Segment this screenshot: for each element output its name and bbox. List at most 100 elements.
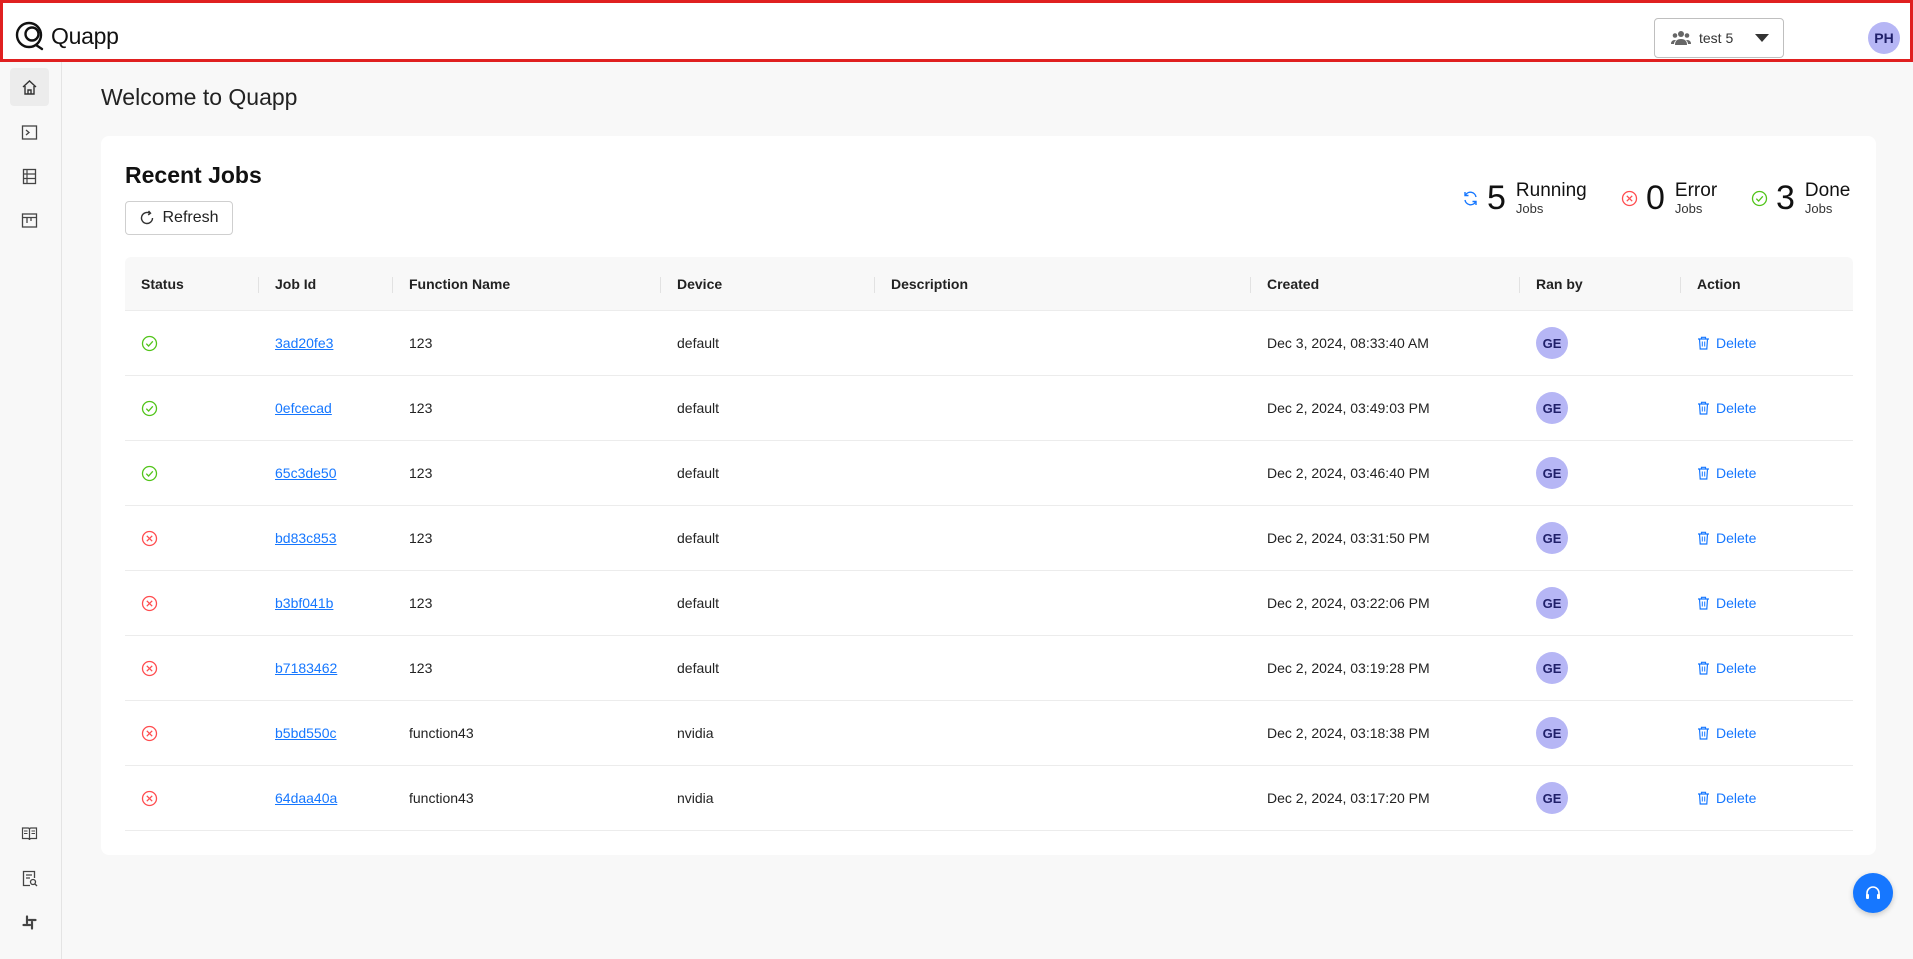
sidebar-item-docs[interactable] xyxy=(10,814,49,852)
refresh-label: Refresh xyxy=(162,209,219,226)
sidebar-item-list[interactable] xyxy=(10,157,49,195)
function-name-cell: 123 xyxy=(409,400,433,416)
delete-button[interactable]: Delete xyxy=(1697,400,1756,416)
running-sub: Jobs xyxy=(1515,201,1544,216)
done-sub: Jobs xyxy=(1804,201,1833,216)
created-cell: Dec 2, 2024, 03:17:20 PM xyxy=(1267,790,1430,806)
job-id-link[interactable]: 0efcecad xyxy=(275,400,332,416)
jobs-table: Status Job Id Function Name Device Descr… xyxy=(125,257,1853,831)
job-id-link[interactable]: 64daa40a xyxy=(275,790,337,806)
table-row: 65c3de50 123 default Dec 2, 2024, 03:46:40 … xyxy=(125,441,1853,506)
support-button[interactable] xyxy=(1853,873,1893,913)
stat-running: 5 Running Jobs xyxy=(1462,181,1587,215)
sidebar-item-home[interactable] xyxy=(10,68,49,106)
ran-by-avatar: GE xyxy=(1536,782,1568,814)
error-sub: Jobs xyxy=(1674,201,1703,216)
action-cell: Delete xyxy=(1681,530,1853,546)
delete-label: Delete xyxy=(1716,660,1757,676)
col-job-id: Job Id xyxy=(259,257,393,311)
team-icon xyxy=(1671,31,1691,45)
status-cell xyxy=(125,335,259,352)
table-row: b7183462 123 default Dec 2, 2024, 03:19:28 … xyxy=(125,636,1853,701)
sync-icon xyxy=(1464,191,1477,205)
sidebar-item-slack[interactable] xyxy=(10,903,49,941)
app-logo[interactable]: Quapp xyxy=(15,21,119,51)
device-cell: default xyxy=(677,400,720,416)
delete-button[interactable]: Delete xyxy=(1697,790,1756,806)
function-name-cell: function43 xyxy=(409,725,474,741)
stat-done: 3 Done Jobs xyxy=(1751,181,1850,215)
status-cell xyxy=(125,465,259,482)
sidebar-item-board[interactable] xyxy=(10,201,49,239)
trash-icon xyxy=(1698,336,1709,350)
workspace-select[interactable]: test 5 xyxy=(1654,18,1784,58)
doc-search-icon xyxy=(22,870,38,886)
col-description: Description xyxy=(875,257,1251,311)
delete-label: Delete xyxy=(1716,725,1757,741)
col-device: Device xyxy=(661,257,875,311)
status-cell xyxy=(125,400,259,417)
delete-button[interactable]: Delete xyxy=(1697,660,1756,676)
ran-by-avatar: GE xyxy=(1536,327,1568,359)
ran-by-cell: GE xyxy=(1520,717,1681,749)
col-ran-by: Ran by xyxy=(1520,257,1681,311)
refresh-button[interactable]: Refresh xyxy=(125,201,233,235)
created-cell: Dec 2, 2024, 03:22:06 PM xyxy=(1267,595,1430,611)
error-circle-icon xyxy=(141,595,158,611)
function-name-cell: 123 xyxy=(409,530,433,546)
device-cell: default xyxy=(677,335,720,351)
device-cell: default xyxy=(677,530,720,546)
ran-by-avatar: GE xyxy=(1536,587,1568,619)
terminal-icon xyxy=(21,124,38,140)
ran-by-avatar: GE xyxy=(1536,717,1568,749)
recent-jobs-card: Recent Jobs Refresh 5 Running Jobs 0 Erro… xyxy=(101,136,1876,855)
job-id-link[interactable]: 3ad20fe3 xyxy=(275,335,333,351)
trash-icon xyxy=(1698,791,1709,805)
action-cell: Delete xyxy=(1681,465,1853,481)
delete-button[interactable]: Delete xyxy=(1697,725,1756,741)
top-header: Quapp test 5 PH xyxy=(0,0,1913,62)
table-header: Status Job Id Function Name Device Descr… xyxy=(125,257,1853,311)
delete-button[interactable]: Delete xyxy=(1697,530,1756,546)
function-name-cell: 123 xyxy=(409,595,433,611)
delete-button[interactable]: Delete xyxy=(1697,465,1756,481)
chevron-down-icon xyxy=(1755,34,1769,42)
ran-by-avatar: GE xyxy=(1536,652,1568,684)
user-avatar[interactable]: PH xyxy=(1868,22,1900,54)
job-id-link[interactable]: b5bd550c xyxy=(275,725,337,741)
job-id-link[interactable]: b3bf041b xyxy=(275,595,333,611)
job-id-cell: 0efcecad xyxy=(259,400,393,416)
job-id-link[interactable]: 65c3de50 xyxy=(275,465,337,481)
created-cell: Dec 3, 2024, 08:33:40 AM xyxy=(1267,335,1429,351)
error-count: 0 xyxy=(1646,179,1665,217)
function-name-cell: 123 xyxy=(409,465,433,481)
ran-by-cell: GE xyxy=(1520,652,1681,684)
stat-error: 0 Error Jobs xyxy=(1621,181,1717,215)
page-title: Welcome to Quapp xyxy=(101,84,298,110)
app-name: Quapp xyxy=(51,22,119,49)
error-circle-icon xyxy=(141,790,158,806)
delete-button[interactable]: Delete xyxy=(1697,595,1756,611)
sidebar xyxy=(0,62,62,959)
job-id-link[interactable]: bd83c853 xyxy=(275,530,337,546)
running-count: 5 xyxy=(1487,179,1506,217)
ran-by-cell: GE xyxy=(1520,522,1681,554)
sidebar-item-search-docs[interactable] xyxy=(10,859,49,897)
delete-button[interactable]: Delete xyxy=(1697,335,1756,351)
check-circle-icon xyxy=(141,465,158,481)
delete-label: Delete xyxy=(1716,530,1757,546)
job-id-cell: 65c3de50 xyxy=(259,465,393,481)
action-cell: Delete xyxy=(1681,400,1853,416)
job-id-cell: 64daa40a xyxy=(259,790,393,806)
table-body: 3ad20fe3 123 default Dec 3, 2024, 08:33:40 … xyxy=(125,311,1853,831)
device-cell: nvidia xyxy=(677,725,714,741)
sidebar-item-terminal[interactable] xyxy=(10,113,49,151)
device-cell: default xyxy=(677,465,720,481)
col-function-name: Function Name xyxy=(393,257,661,311)
job-id-link[interactable]: b7183462 xyxy=(275,660,337,676)
trash-icon xyxy=(1698,661,1709,675)
refresh-icon xyxy=(141,210,154,225)
ran-by-cell: GE xyxy=(1520,782,1681,814)
ran-by-cell: GE xyxy=(1520,392,1681,424)
book-icon xyxy=(21,826,38,840)
